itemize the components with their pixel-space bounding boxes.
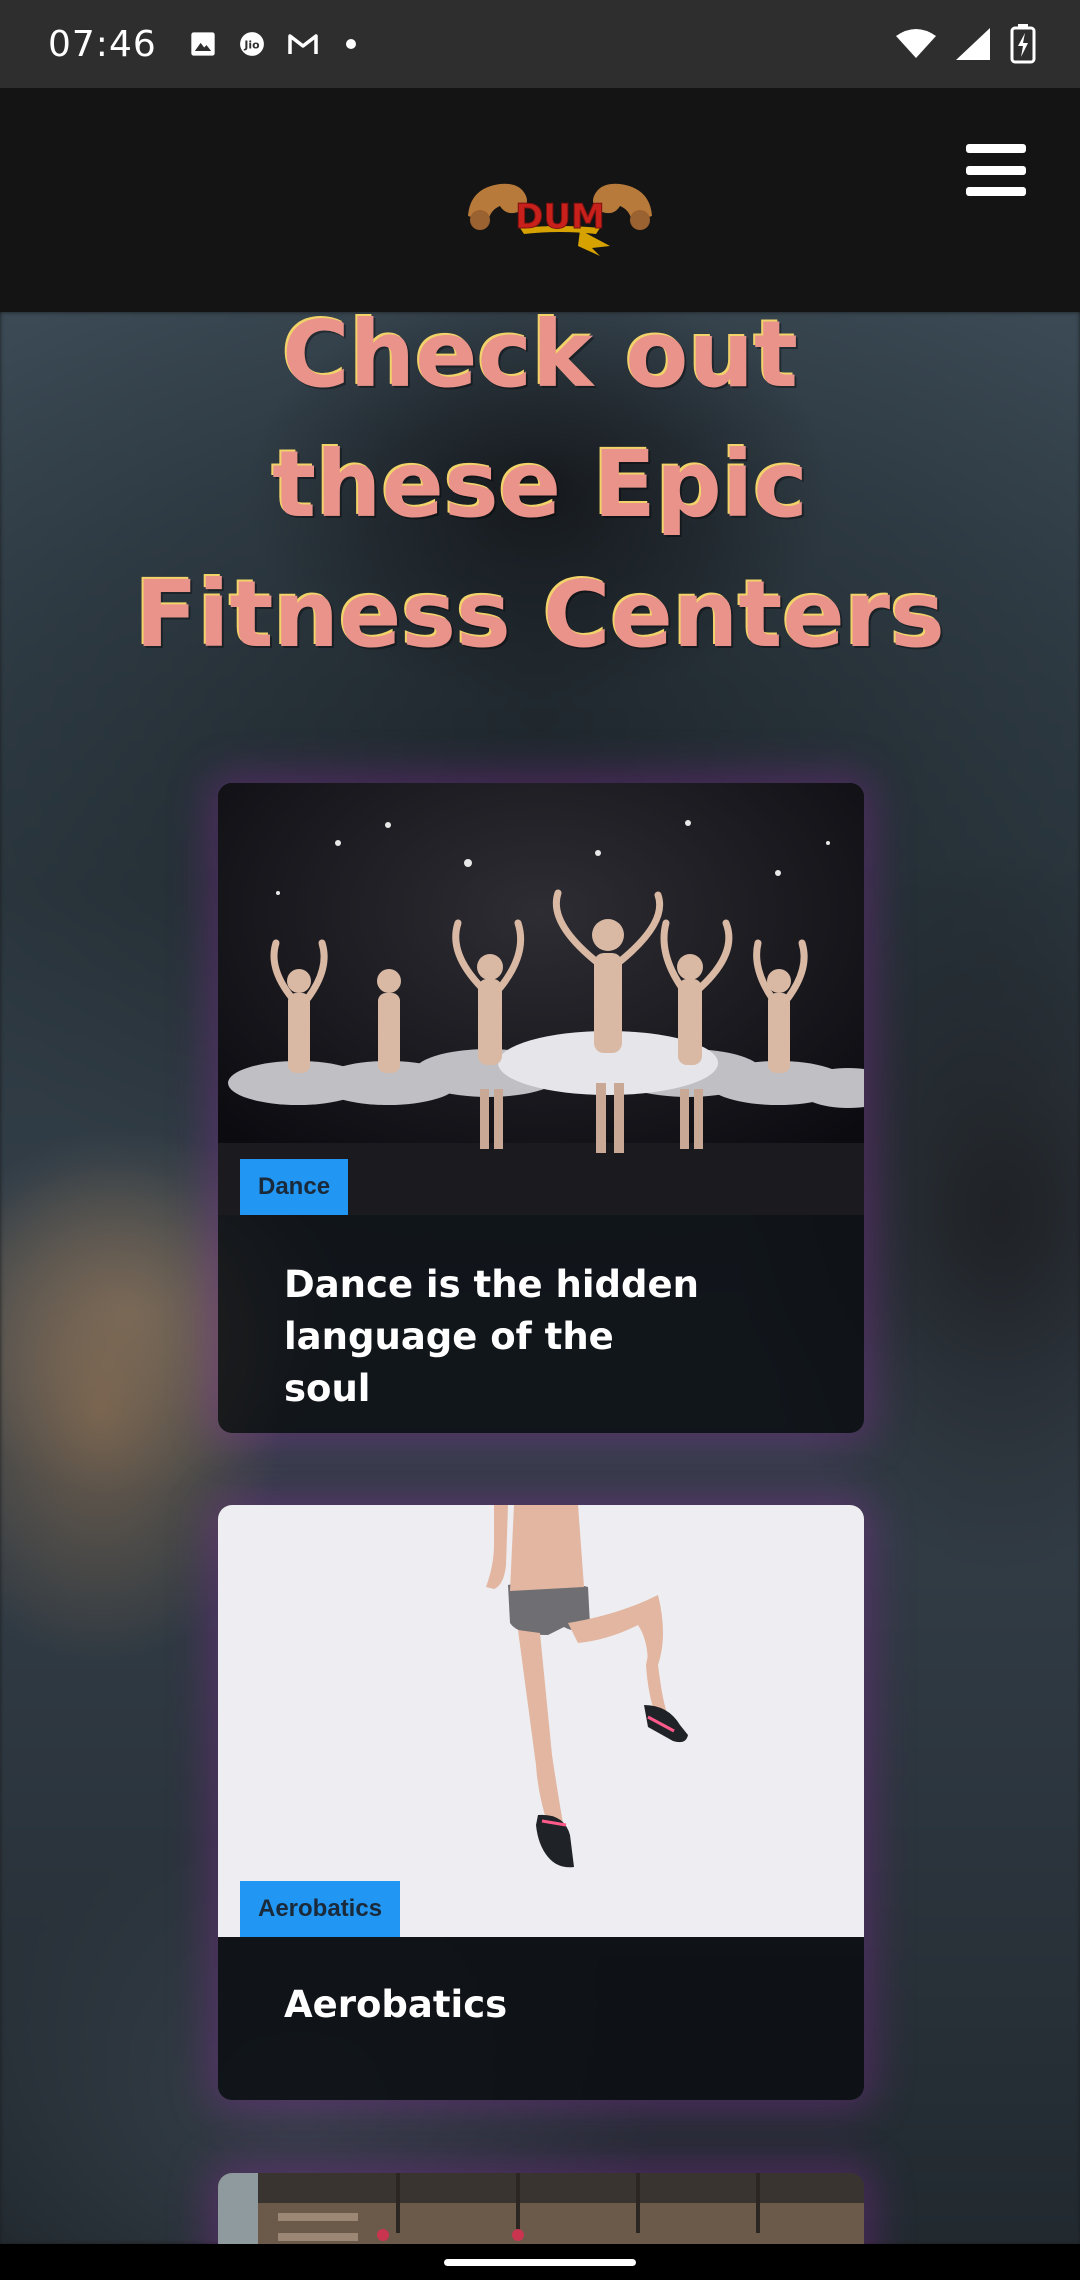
site-header: DUM — [0, 88, 1080, 312]
battery-charging-icon — [1010, 24, 1036, 64]
notification-icons: Jio — [189, 30, 361, 58]
signal-icon — [956, 28, 990, 60]
fitness-card-dance[interactable]: Dance Dance is the hidden language of th… — [218, 783, 864, 1433]
system-icons — [896, 24, 1036, 64]
home-handle[interactable] — [444, 2259, 636, 2266]
page-title: Check out these Epic Fitness Centers — [0, 290, 1080, 680]
jio-icon: Jio — [239, 32, 264, 56]
ballet-dancers-photo[interactable]: Dance — [218, 783, 864, 1215]
logo[interactable]: DUM — [460, 166, 660, 256]
dot-icon — [345, 39, 356, 49]
aerobatics-photo-art — [218, 1505, 864, 1937]
menu-bar-middle — [966, 165, 1026, 175]
svg-text:Jio: Jio — [243, 38, 259, 51]
svg-text:DUM: DUM — [515, 197, 605, 237]
gallery-icon — [191, 32, 215, 56]
title-line-3: Fitness Centers — [135, 561, 945, 668]
card-title-dance[interactable]: Dance is the hidden language of the soul — [284, 1259, 704, 1415]
title-line-2: these Epic — [272, 431, 808, 538]
jumping-woman-photo[interactable]: Aerobatics — [218, 1505, 864, 1937]
screen: 07:46 Jio DUM Check out these Epic Fitne… — [0, 0, 1080, 2280]
card-title-aerobatics[interactable]: Aerobatics — [284, 1979, 704, 2031]
wifi-icon — [896, 29, 936, 58]
category-badge-aerobatics[interactable]: Aerobatics — [240, 1881, 401, 1937]
status-bar: 07:46 Jio — [0, 0, 1080, 88]
category-badge-dance[interactable]: Dance — [240, 1159, 349, 1215]
gesture-nav-bar — [0, 2244, 1080, 2280]
fitness-card-aerobatics[interactable]: Aerobatics Aerobatics — [218, 1505, 864, 2100]
title-line-1: Check out — [282, 301, 798, 408]
status-time: 07:46 — [48, 23, 157, 65]
menu-bar-bottom — [966, 187, 1026, 196]
gmail-icon — [288, 34, 318, 54]
menu-bar-top — [966, 144, 1026, 153]
ballet-photo-art — [218, 783, 864, 1215]
hamburger-menu-icon[interactable] — [966, 144, 1026, 196]
